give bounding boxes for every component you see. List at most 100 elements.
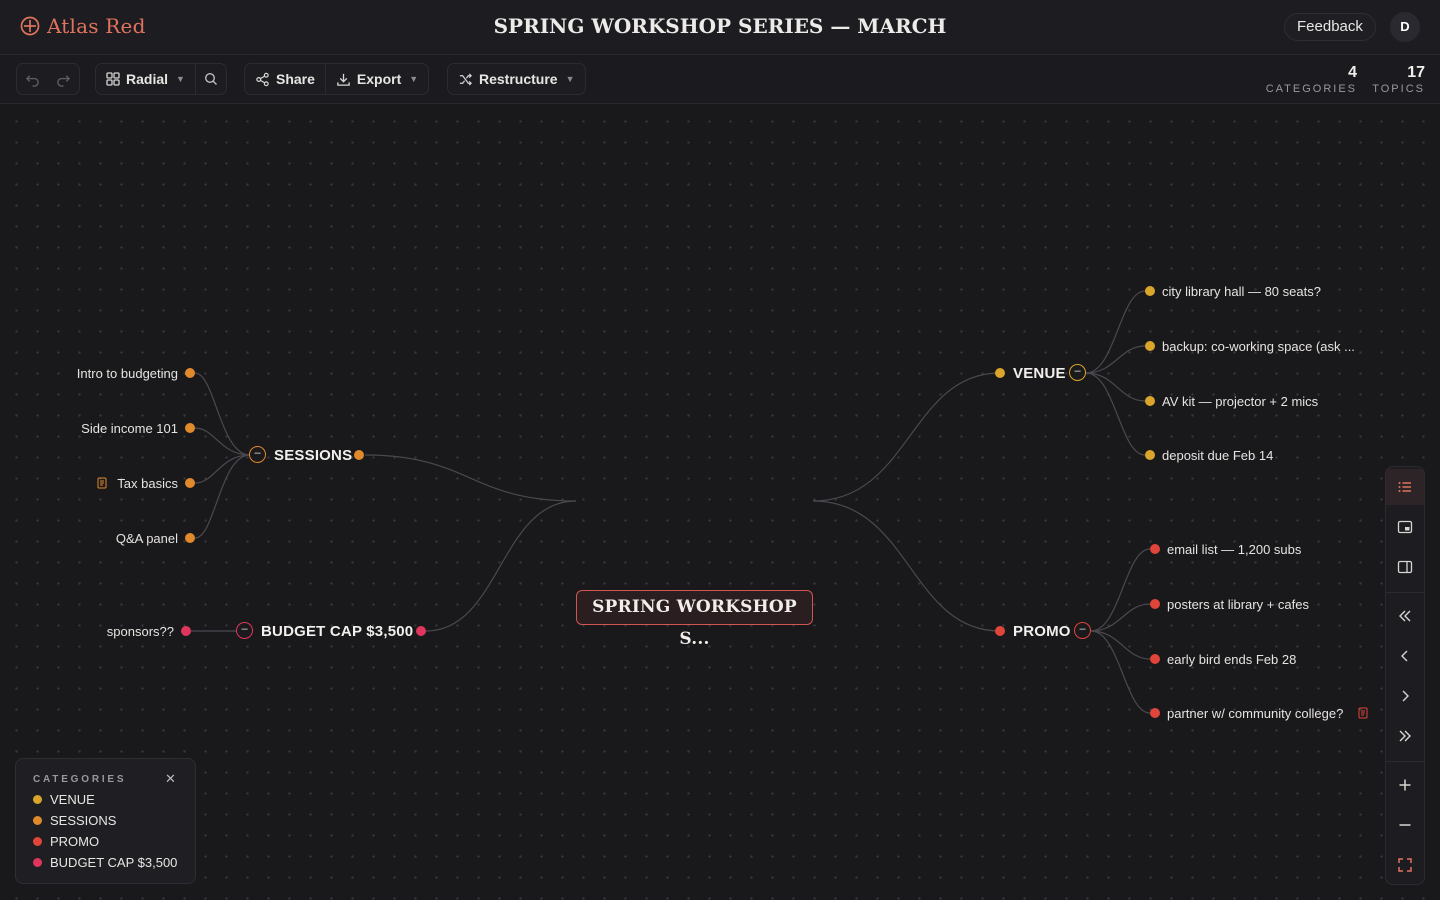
legend-item-sessions[interactable]: SESSIONS: [33, 813, 116, 828]
topic-node[interactable]: early bird ends Feb 28: [1167, 652, 1296, 667]
legend-item-budget[interactable]: BUDGET CAP $3,500: [33, 855, 177, 870]
topic-dot: [1150, 544, 1160, 554]
restructure-dropdown[interactable]: Restructure ▼: [448, 64, 585, 94]
topic-dot: [1150, 654, 1160, 664]
topic-node[interactable]: Side income 101: [30, 421, 178, 436]
topic-dot: [1145, 450, 1155, 460]
legend-item-label: PROMO: [50, 834, 100, 849]
topic-node[interactable]: AV kit — projector + 2 mics: [1162, 394, 1318, 409]
restructure-label: Restructure: [479, 71, 558, 87]
minimap-icon: [1397, 520, 1413, 534]
feedback-button[interactable]: Feedback: [1284, 13, 1376, 41]
zoom-in-button[interactable]: [1386, 767, 1424, 803]
edge-root-venue: [812, 372, 1001, 502]
topics-count: 17: [1407, 64, 1425, 81]
legend-title: CATEGORIES: [33, 774, 127, 785]
divider: [1386, 592, 1424, 593]
legend-item-venue[interactable]: VENUE: [33, 792, 95, 807]
right-toolbar: [1385, 466, 1425, 885]
edge-sessions-topic: [194, 454, 251, 539]
export-dropdown[interactable]: Export ▼: [326, 64, 428, 94]
topic-node[interactable]: deposit due Feb 14: [1162, 448, 1273, 463]
sessions-collapse-toggle[interactable]: –: [249, 446, 266, 463]
collapse-all-button[interactable]: [1386, 598, 1424, 634]
share-button[interactable]: Share: [245, 64, 325, 94]
budget-collapse-toggle[interactable]: –: [236, 622, 253, 639]
topic-node[interactable]: city library hall — 80 seats?: [1162, 284, 1321, 299]
edge-root-budget: [425, 500, 577, 632]
collapse-icon: [1401, 650, 1408, 662]
legend-color-dot: [33, 858, 42, 867]
topic-dot: [185, 423, 195, 433]
collapse-button[interactable]: [1386, 638, 1424, 674]
category-budget[interactable]: BUDGET CAP $3,500: [261, 623, 413, 640]
legend-item-promo[interactable]: PROMO: [33, 834, 99, 849]
export-label: Export: [356, 71, 402, 87]
share-icon: [256, 72, 269, 86]
zoom-in-icon: [1399, 779, 1411, 791]
zoom-out-icon: [1399, 824, 1411, 826]
topic-node[interactable]: Intro to budgeting: [30, 366, 178, 381]
topic-dot: [1150, 599, 1160, 609]
category-promo[interactable]: PROMO: [1013, 623, 1071, 640]
topic-node[interactable]: sponsors??: [30, 624, 174, 639]
side-panel-icon: [1397, 560, 1413, 574]
expand-all-button[interactable]: [1386, 718, 1424, 754]
undo-button[interactable]: [17, 64, 48, 94]
document-title[interactable]: SPRING WORKSHOP SERIES — MARCH: [0, 14, 1440, 38]
view-group: Radial ▼: [95, 63, 227, 95]
close-icon[interactable]: ✕: [165, 771, 176, 787]
share-export-group: Share Export ▼: [244, 63, 430, 95]
redo-button[interactable]: [48, 64, 79, 94]
category-sessions[interactable]: SESSIONS: [274, 447, 352, 464]
root-node[interactable]: SPRING WORKSHOP S...: [576, 590, 813, 649]
promo-dot: [995, 626, 1005, 636]
outline-icon: [1398, 482, 1411, 492]
topic-dot: [181, 626, 191, 636]
chevron-down-icon: ▼: [176, 74, 185, 84]
zoom-out-button[interactable]: [1386, 807, 1424, 843]
topic-dot: [1145, 396, 1155, 406]
topic-dot: [185, 368, 195, 378]
category-venue[interactable]: VENUE: [1013, 365, 1066, 382]
topic-node[interactable]: partner w/ community college?: [1167, 706, 1343, 721]
note-icon: [1358, 707, 1368, 719]
layout-dropdown[interactable]: Radial ▼: [96, 64, 195, 94]
edge-venue-topic: [1085, 372, 1146, 402]
promo-collapse-toggle[interactable]: –: [1074, 622, 1091, 639]
shuffle-icon: [459, 72, 472, 86]
undo-icon: [25, 74, 39, 87]
minimap-button[interactable]: [1386, 509, 1424, 545]
share-label: Share: [276, 71, 315, 87]
topics-stat: 17 TOPICS: [1366, 64, 1425, 95]
topic-dot: [1145, 286, 1155, 296]
edge-sessions-topic: [194, 427, 251, 456]
topic-node[interactable]: Q&A panel: [30, 531, 178, 546]
topic-node[interactable]: posters at library + cafes: [1167, 597, 1309, 612]
categories-count: 4: [1348, 64, 1357, 81]
topic-dot: [1150, 708, 1160, 718]
top-bar: Atlas Red SPRING WORKSHOP SERIES — MARCH…: [0, 0, 1440, 55]
edge-sessions-topic: [194, 454, 251, 484]
topic-dot: [185, 533, 195, 543]
legend-item-label: VENUE: [50, 792, 95, 807]
mindmap-canvas[interactable]: SPRING WORKSHOP S... – SESSIONS Intro to…: [0, 105, 1440, 900]
restructure-group: Restructure ▼: [447, 63, 586, 95]
fit-screen-button[interactable]: [1386, 847, 1424, 883]
side-panel-button[interactable]: [1386, 549, 1424, 585]
topic-node[interactable]: backup: co-working space (ask ...: [1162, 339, 1355, 354]
topic-node[interactable]: email list — 1,200 subs: [1167, 542, 1301, 557]
download-icon: [337, 73, 350, 86]
layout-label: Radial: [126, 71, 169, 87]
venue-collapse-toggle[interactable]: –: [1069, 364, 1086, 381]
avatar[interactable]: D: [1390, 12, 1420, 42]
outline-button[interactable]: [1386, 469, 1424, 505]
legend-color-dot: [33, 816, 42, 825]
fit-screen-icon: [1398, 858, 1412, 872]
note-icon: [97, 477, 107, 489]
grid-icon: [106, 72, 120, 86]
chevron-down-icon: ▼: [565, 74, 575, 84]
expand-button[interactable]: [1386, 678, 1424, 714]
legend-color-dot: [33, 837, 42, 846]
search-button[interactable]: [196, 64, 226, 94]
